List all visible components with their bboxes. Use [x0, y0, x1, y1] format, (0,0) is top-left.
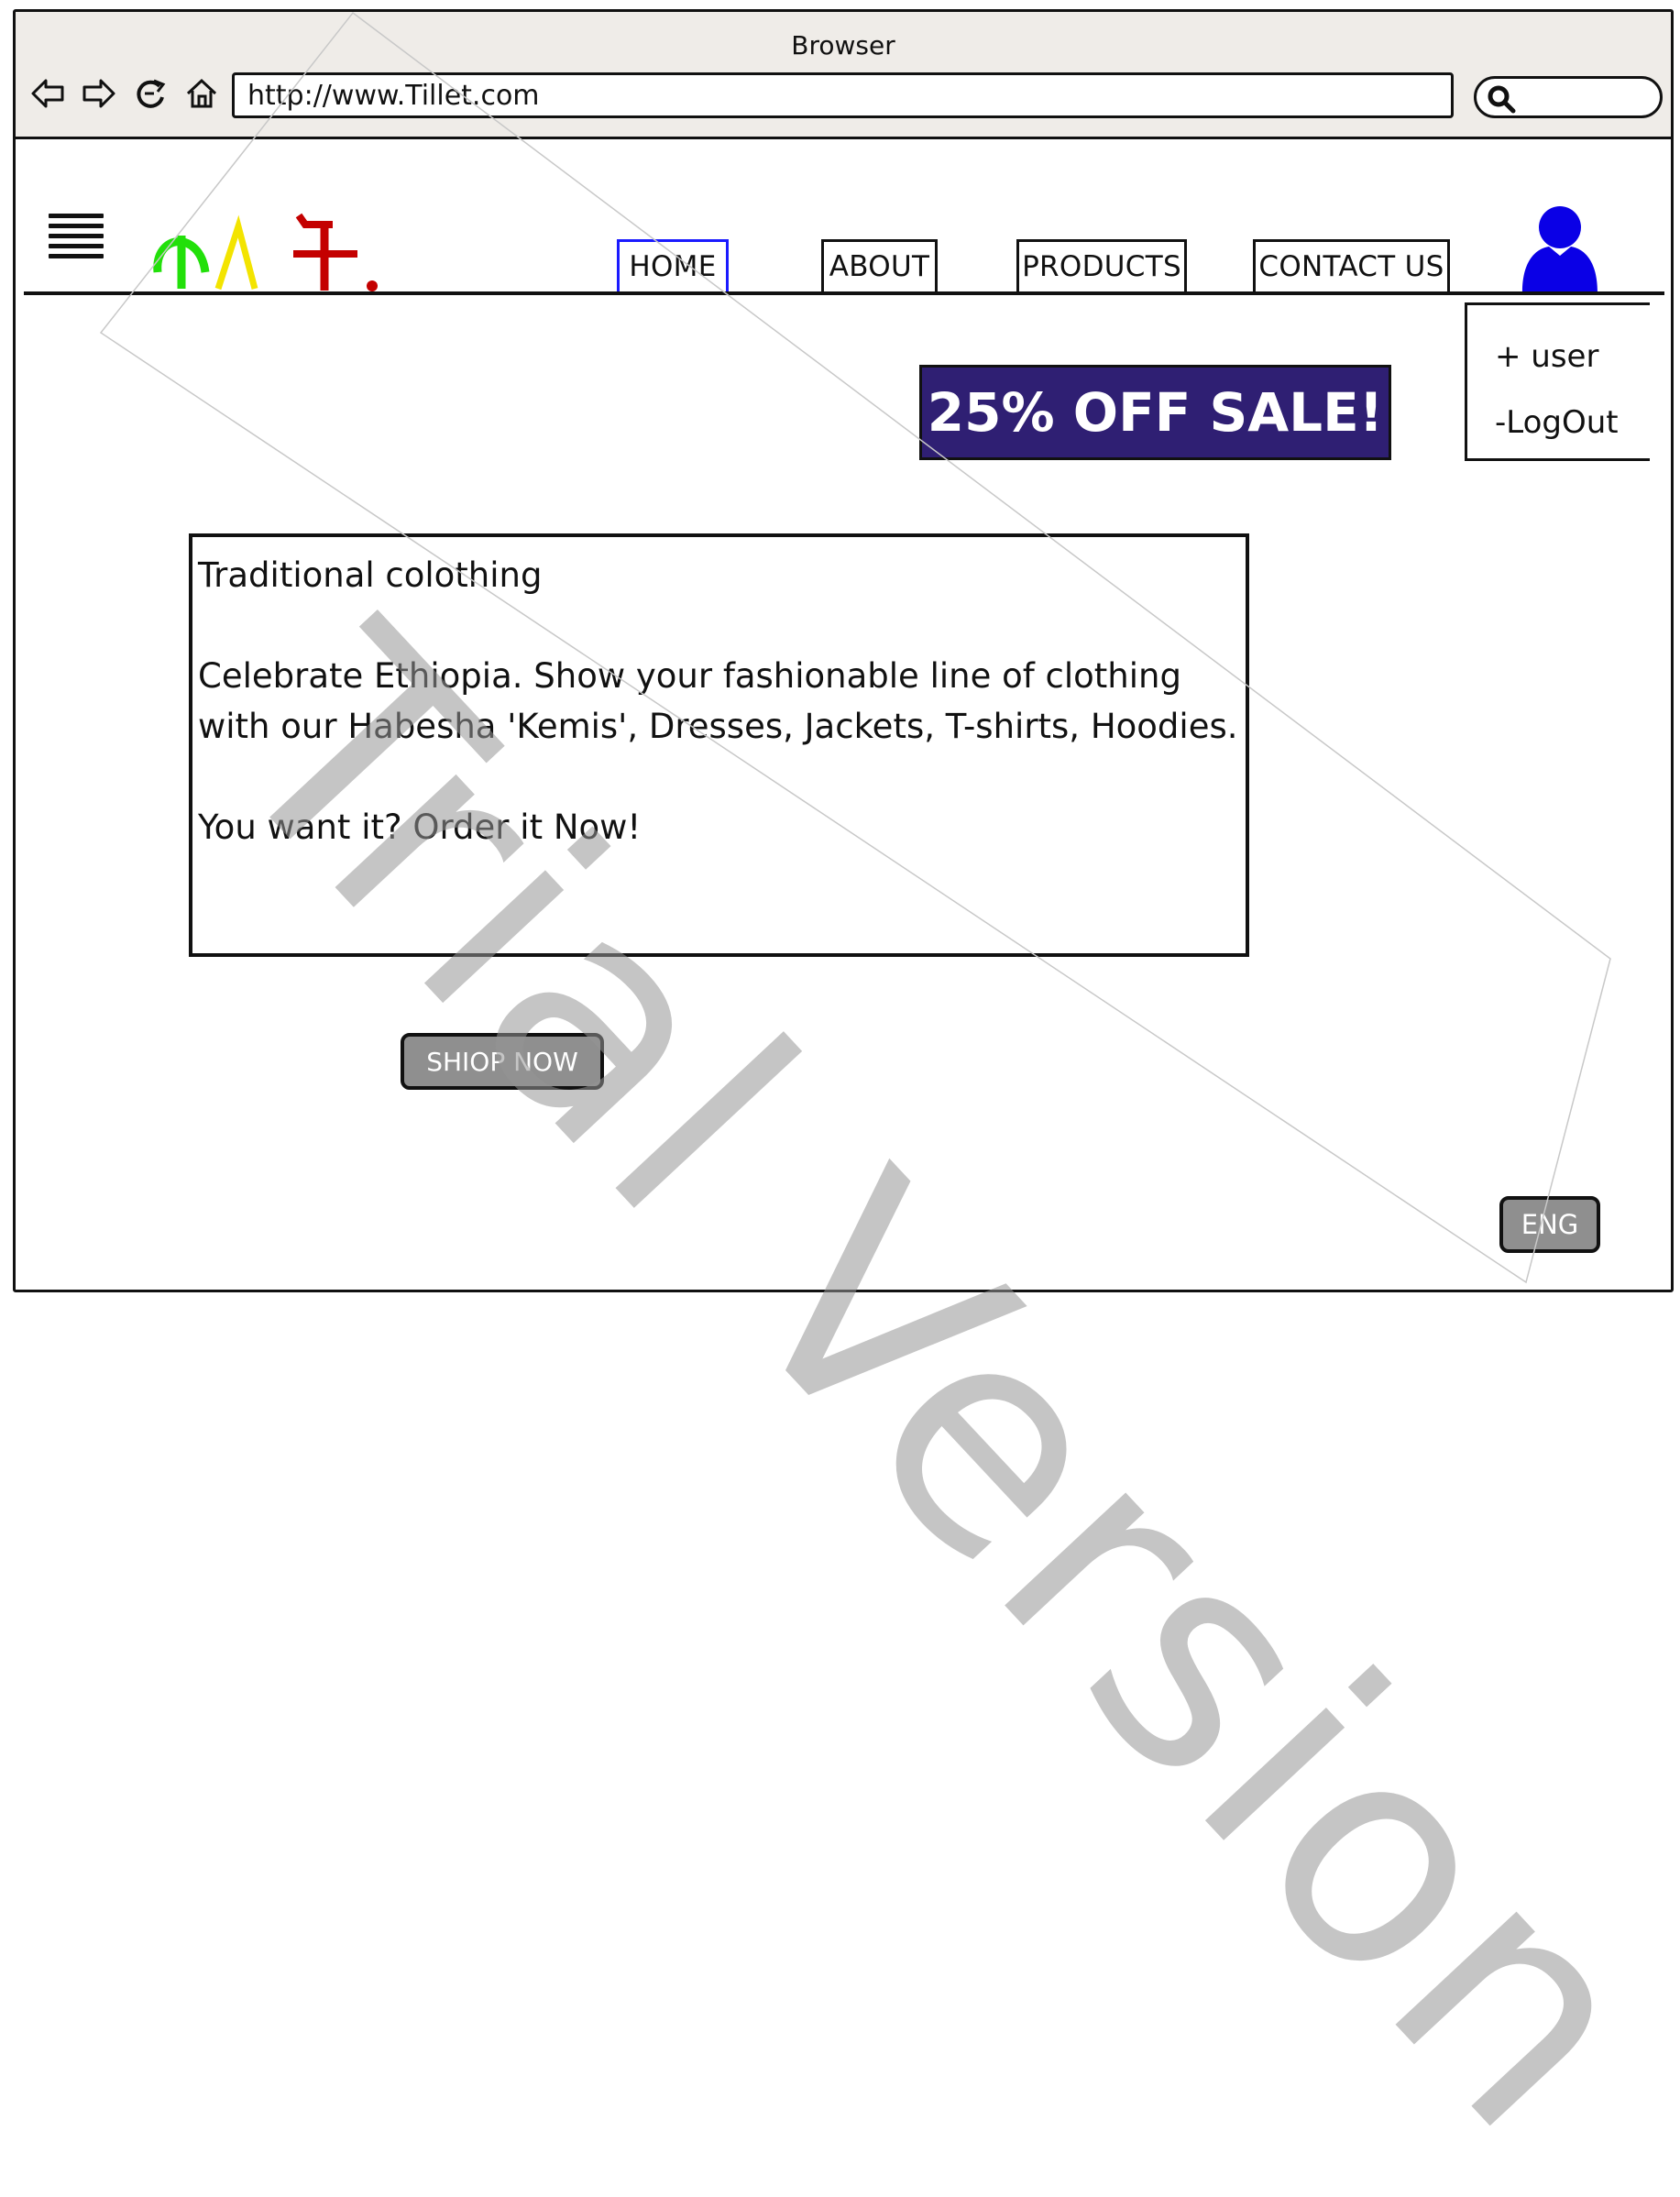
forward-icon[interactable] — [80, 74, 118, 113]
language-button[interactable]: ENG — [1499, 1196, 1600, 1253]
refresh-icon[interactable] — [131, 74, 170, 113]
search-input[interactable] — [1474, 76, 1663, 118]
back-icon[interactable] — [28, 74, 67, 113]
hero-call-to-action: You want it? Order it Now! — [198, 807, 642, 847]
hero-description-line-2: with our Habesha 'Kemis', Dresses, Jacke… — [198, 707, 1238, 746]
brand-logo[interactable] — [145, 206, 392, 298]
browser-title: Browser — [791, 30, 895, 60]
hero-description-line-1: Celebrate Ethiopia. Show your fashionabl… — [198, 656, 1181, 696]
shop-now-button[interactable]: SHIOP NOW — [401, 1033, 604, 1090]
home-icon[interactable] — [182, 74, 221, 113]
tab-contact-us[interactable]: CONTACT US — [1253, 239, 1450, 294]
menu-item-logout[interactable]: -LogOut — [1495, 404, 1619, 441]
search-icon — [1486, 83, 1519, 120]
browser-chrome: Browser http://www.Tillet.com — [16, 12, 1671, 139]
url-bar[interactable]: http://www.Tillet.com — [232, 72, 1454, 118]
tab-about[interactable]: ABOUT — [821, 239, 938, 294]
header-divider — [24, 291, 1664, 295]
sale-banner[interactable]: 25% OFF SALE! — [919, 365, 1391, 460]
tab-home[interactable]: HOME — [617, 239, 729, 294]
tab-products[interactable]: PRODUCTS — [1016, 239, 1187, 294]
hero-text-panel: Traditional colothing Celebrate Ethiopia… — [189, 533, 1249, 957]
browser-nav-buttons — [28, 74, 221, 113]
menu-item-add-user[interactable]: + user — [1495, 338, 1598, 375]
user-avatar-icon[interactable] — [1519, 203, 1601, 294]
hamburger-menu-icon[interactable] — [49, 214, 104, 272]
hero-title: Traditional colothing — [198, 555, 543, 595]
user-dropdown-menu: + user -LogOut — [1465, 302, 1650, 461]
